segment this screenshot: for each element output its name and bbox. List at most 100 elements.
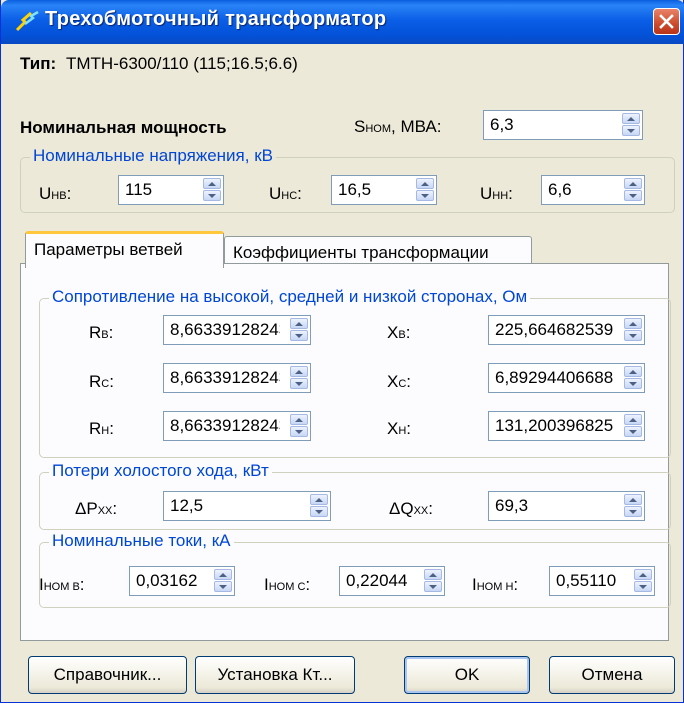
r-low-label: RН: (89, 419, 114, 438)
voltage-hv-sub: НВ (51, 190, 67, 202)
spin-down-icon[interactable] (203, 190, 221, 201)
voltage-hv-suffix: : (66, 184, 72, 203)
window-title: Трехобмоточный трансформатор (45, 8, 387, 30)
i-low-value[interactable]: 0,55110 (556, 571, 624, 591)
spin-up-icon[interactable] (310, 494, 328, 505)
title-bar[interactable]: Трехобмоточный трансформатор (1, 0, 684, 44)
i-high-spinbox[interactable]: 0,03162 (129, 566, 235, 596)
spin-up-icon[interactable] (624, 366, 642, 377)
r-mid-value[interactable]: 8,66339128243 (170, 368, 280, 388)
resistance-group-title: Сопротивление на высокой, средней и низк… (49, 287, 531, 307)
spin-down-icon[interactable] (416, 190, 434, 201)
voltage-lv-sub: НН (492, 190, 509, 202)
voltage-lv-spinbox[interactable]: 6,6 (541, 175, 645, 205)
spin-down-icon[interactable] (624, 190, 642, 201)
spin-up-icon[interactable] (622, 113, 640, 124)
x-high-label: XВ: (387, 323, 411, 342)
i-high-label: IНОМ В: (39, 575, 85, 594)
spin-down-icon[interactable] (624, 506, 642, 517)
x-low-value[interactable]: 131,200396825 (495, 416, 614, 436)
spin-down-icon[interactable] (622, 125, 640, 136)
spin-up-icon[interactable] (424, 569, 442, 580)
voltage-mv-label: UНС: (269, 184, 302, 204)
voltage-mv-suffix: : (297, 184, 302, 203)
p-loss-main: ΔP (75, 499, 98, 518)
voltage-hv-spinbox[interactable]: 115 (118, 175, 224, 205)
spin-down-icon[interactable] (624, 426, 642, 437)
p-loss-sub: ХХ (97, 505, 113, 517)
power-heading: Номинальная мощность (20, 118, 227, 137)
i-mid-sub: НОМ С (268, 581, 306, 593)
close-button[interactable] (653, 8, 680, 35)
p-loss-value[interactable]: 12,5 (170, 496, 300, 516)
p-loss-spinbox[interactable]: 12,5 (163, 491, 331, 521)
i-low-spinbox[interactable]: 0,55110 (549, 566, 655, 596)
spin-up-icon[interactable] (290, 366, 308, 377)
x-low-main: X (387, 419, 399, 438)
power-label-unit: , МВА: (391, 117, 442, 136)
type-value: ТМТН-6300/110 (115;16.5;6.6) (66, 54, 298, 73)
spin-down-icon[interactable] (310, 506, 328, 517)
x-mid-spinbox[interactable]: 6,89294406688 (488, 363, 645, 393)
r-mid-sub: С (101, 378, 110, 390)
spin-up-icon[interactable] (624, 318, 642, 329)
spin-down-icon[interactable] (634, 581, 652, 592)
i-mid-spinbox[interactable]: 0,22044 (339, 566, 445, 596)
r-mid-main: R (89, 372, 102, 391)
q-loss-spinbox[interactable]: 69,3 (488, 491, 645, 521)
x-mid-value[interactable]: 6,89294406688 (495, 368, 614, 388)
r-mid-spinbox[interactable]: 8,66339128243 (163, 363, 311, 393)
x-low-sub: Н (398, 425, 407, 437)
r-high-value[interactable]: 8,66339128243 (170, 320, 280, 340)
power-label-main: S (354, 117, 366, 136)
power-field-label: SНОМ, МВА: (354, 117, 441, 137)
power-spinbox[interactable]: 6,3 (483, 110, 643, 140)
r-low-spinbox[interactable]: 8,66339128243 (163, 411, 311, 441)
x-high-spinbox[interactable]: 225,664682539 (488, 315, 645, 345)
spin-down-icon[interactable] (424, 581, 442, 592)
i-high-value[interactable]: 0,03162 (136, 571, 204, 591)
i-low-label: IНОМ Н: (472, 575, 519, 594)
spin-up-icon[interactable] (624, 178, 642, 189)
currents-group-title: Номинальные токи, кА (49, 531, 234, 551)
spin-up-icon[interactable] (203, 178, 221, 189)
spin-up-icon[interactable] (624, 494, 642, 505)
voltage-hv-label: UНВ: (39, 184, 71, 204)
i-mid-value[interactable]: 0,22044 (346, 571, 414, 591)
voltage-hv-value[interactable]: 115 (125, 180, 193, 200)
x-high-value[interactable]: 225,664682539 (495, 320, 614, 340)
cancel-button[interactable]: Отмена (549, 656, 675, 694)
voltage-mv-spinbox[interactable]: 16,5 (331, 175, 437, 205)
spin-up-icon[interactable] (214, 569, 232, 580)
spin-up-icon[interactable] (416, 178, 434, 189)
ok-button[interactable]: OK (404, 656, 530, 694)
set-kt-button[interactable]: Установка Кт... (195, 656, 355, 694)
spin-down-icon[interactable] (624, 330, 642, 341)
voltages-group-title: Номинальные напряжения, кВ (30, 146, 276, 166)
spin-down-icon[interactable] (290, 426, 308, 437)
voltage-mv-value[interactable]: 16,5 (338, 180, 406, 200)
r-high-spinbox[interactable]: 8,66339128243 (163, 315, 311, 345)
q-loss-label: ΔQХХ: (389, 499, 434, 518)
tab-branch-params[interactable]: Параметры ветвей (25, 231, 224, 268)
spin-down-icon[interactable] (290, 330, 308, 341)
losses-group-title: Потери холостого хода, кВт (49, 461, 272, 481)
x-mid-main: X (387, 372, 399, 391)
spin-down-icon[interactable] (290, 378, 308, 389)
spin-down-icon[interactable] (214, 581, 232, 592)
power-value[interactable]: 6,3 (490, 115, 612, 135)
r-high-label: RВ: (89, 323, 114, 342)
x-high-sub: В (398, 329, 406, 341)
spin-up-icon[interactable] (624, 414, 642, 425)
reference-button[interactable]: Справочник... (28, 656, 187, 694)
i-low-sub: НОМ Н (476, 581, 514, 593)
spin-up-icon[interactable] (290, 318, 308, 329)
spin-up-icon[interactable] (290, 414, 308, 425)
spin-down-icon[interactable] (624, 378, 642, 389)
spin-up-icon[interactable] (634, 569, 652, 580)
q-loss-value[interactable]: 69,3 (495, 496, 614, 516)
x-low-spinbox[interactable]: 131,200396825 (488, 411, 645, 441)
transformer-lightning-icon (15, 10, 39, 32)
r-low-value[interactable]: 8,66339128243 (170, 416, 280, 436)
voltage-lv-value[interactable]: 6,6 (548, 180, 614, 200)
